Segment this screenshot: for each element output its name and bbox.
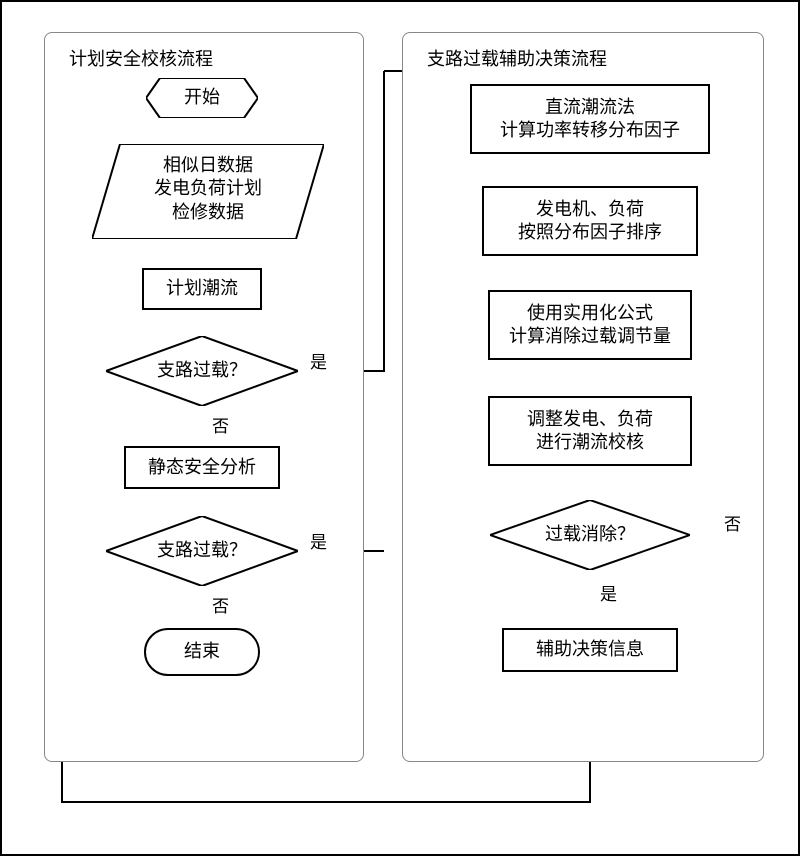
output-node: 辅助决策信息 [502,628,678,672]
step4-node: 调整发电、负荷 进行潮流校核 [488,396,692,466]
static-analysis-node: 静态安全分析 [124,446,280,489]
step2-label: 发电机、负荷 按照分布因子排序 [518,198,662,245]
step2-node: 发电机、负荷 按照分布因子排序 [482,186,698,256]
left-panel-title: 计划安全校核流程 [69,45,213,71]
step1-node: 直流潮流法 计算功率转移分布因子 [470,84,710,154]
step4-label: 调整发电、负荷 进行潮流校核 [527,408,653,455]
decision2-no-label: 否 [212,592,229,617]
decision2-label: 支路过载？ [106,539,298,562]
end-node: 结束 [144,628,260,676]
step3-label: 使用实用化公式 计算消除过载调节量 [509,302,671,349]
step3-node: 使用实用化公式 计算消除过载调节量 [488,290,692,360]
plan-flow-label: 计划潮流 [166,277,238,300]
decision2-node: 支路过载？ [106,516,298,586]
decision2-yes-label: 是 [310,528,327,553]
decision1-node: 支路过载？ [106,336,298,406]
decision3-yes-label: 是 [600,580,617,605]
decision1-yes-label: 是 [310,348,327,373]
decision3-label: 过载消除？ [490,523,690,546]
decision1-label: 支路过载？ [106,359,298,382]
input-label: 相似日数据 发电负荷计划 检修数据 [92,154,324,224]
plan-flow-node: 计划潮流 [142,268,262,310]
right-panel-title: 支路过载辅助决策流程 [427,45,607,71]
step1-label: 直流潮流法 计算功率转移分布因子 [500,96,680,143]
end-label: 结束 [184,640,220,663]
start-node: 开始 [146,78,258,118]
decision3-node: 过载消除？ [490,500,690,570]
output-label: 辅助决策信息 [536,638,644,661]
decision1-no-label: 否 [212,412,229,437]
decision3-no-label: 否 [724,510,741,535]
input-node: 相似日数据 发电负荷计划 检修数据 [92,144,324,239]
start-label: 开始 [146,86,258,109]
static-analysis-label: 静态安全分析 [148,456,256,479]
